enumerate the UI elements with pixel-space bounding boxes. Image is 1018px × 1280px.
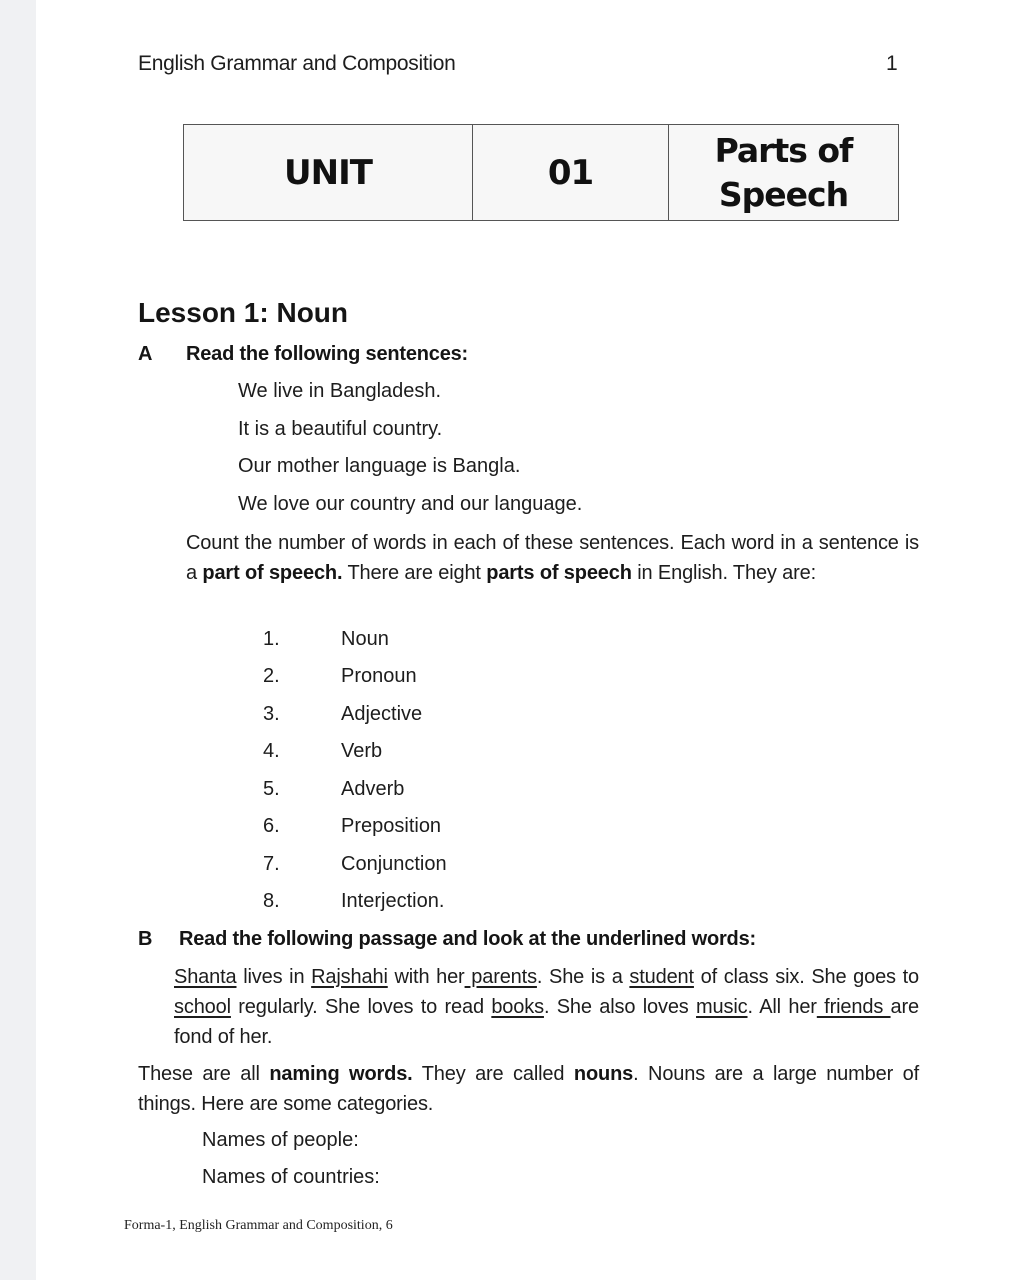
list-item-number: 5.: [263, 778, 280, 800]
section-a-paragraph: Count the number of words in each of the…: [186, 528, 919, 588]
viewer-side-margin: [0, 0, 36, 1280]
list-item-term: Conjunction: [341, 853, 447, 875]
running-header-title: English Grammar and Composition: [138, 52, 456, 75]
list-item-term: Adverb: [341, 778, 405, 800]
term-naming-words: naming words.: [269, 1063, 413, 1085]
section-b-passage: Shanta lives in Rajshahi with her parent…: [174, 962, 919, 1052]
example-sentence: Our mother language is Bangla.: [238, 455, 521, 477]
list-item-term: Noun: [341, 628, 389, 650]
unit-header-table: UNIT 01 Parts of Speech: [183, 124, 899, 221]
list-item-term: Interjection.: [341, 890, 445, 912]
list-item-number: 3.: [263, 703, 280, 725]
term-part-of-speech: part of speech.: [202, 562, 343, 584]
passage-text: . She is a: [536, 966, 630, 988]
underlined-noun: school: [174, 996, 231, 1018]
list-item-term: Adjective: [341, 703, 423, 725]
list-item-term: Verb: [341, 740, 383, 762]
paragraph-text: in English. They are:: [631, 562, 817, 584]
term-parts-of-speech: parts of speech: [486, 562, 632, 584]
unit-title-cell: Parts of Speech: [669, 125, 898, 220]
list-item-term: Pronoun: [341, 665, 417, 687]
page-number: 1: [886, 52, 898, 75]
list-item-number: 1.: [263, 628, 280, 650]
list-item-term: Preposition: [341, 815, 442, 837]
list-item-number: 2.: [263, 665, 280, 687]
term-nouns: nouns: [573, 1063, 634, 1085]
underlined-noun: friends: [816, 996, 891, 1018]
unit-title-line1: Parts of: [714, 130, 854, 170]
example-sentence: We love our country and our language.: [238, 493, 583, 515]
underlined-noun: student: [629, 966, 694, 988]
list-item-number: 7.: [263, 853, 280, 875]
example-sentence: It is a beautiful country.: [238, 418, 443, 440]
underlined-noun: music: [696, 996, 748, 1018]
passage-text: . She also loves: [543, 996, 697, 1018]
passage-text: with her: [387, 966, 465, 988]
underlined-noun: Rajshahi: [311, 966, 388, 988]
paragraph-text: There are eight: [342, 562, 487, 584]
passage-text: lives in: [236, 966, 312, 988]
page-footer: Forma-1, English Grammar and Composition…: [124, 1218, 393, 1233]
unit-label-cell: UNIT: [184, 125, 473, 220]
unit-number: 01: [547, 152, 594, 193]
list-item-number: 8.: [263, 890, 280, 912]
underlined-noun: Shanta: [174, 966, 237, 988]
example-sentence: We live in Bangladesh.: [238, 380, 442, 402]
section-b-letter: B: [138, 928, 153, 950]
list-item-number: 6.: [263, 815, 280, 837]
section-a-heading: Read the following sentences:: [186, 343, 469, 365]
section-a-letter: A: [138, 343, 153, 365]
noun-category: Names of countries:: [202, 1166, 380, 1188]
underlined-noun: books: [491, 996, 544, 1018]
underlined-noun: parents: [464, 966, 537, 988]
unit-title-line2: Speech: [718, 174, 849, 214]
explanation-text: They are called: [412, 1063, 574, 1085]
section-b-heading: Read the following passage and look at t…: [179, 928, 756, 950]
passage-text: regularly. She loves to read: [230, 996, 492, 1018]
lesson-title: Lesson 1: Noun: [138, 297, 349, 328]
passage-text: of class six. She goes to: [693, 966, 920, 988]
unit-number-cell: 01: [473, 125, 669, 220]
unit-label: UNIT: [284, 152, 373, 193]
explanation-text: These are all: [138, 1063, 270, 1085]
nouns-explanation: These are all naming words. They are cal…: [138, 1059, 919, 1119]
noun-category: Names of people:: [202, 1129, 359, 1151]
list-item-number: 4.: [263, 740, 280, 762]
passage-text: . All her: [747, 996, 817, 1018]
